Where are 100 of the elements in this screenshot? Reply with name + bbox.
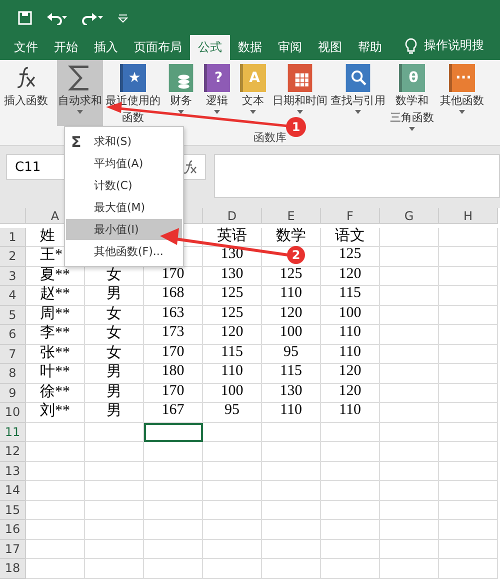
function-icon[interactable] [183, 160, 197, 174]
ribbon-tab[interactable]: 数据 [230, 35, 270, 60]
row-header[interactable]: 11 [0, 422, 26, 442]
button-label: 财务 [170, 93, 192, 109]
row-header[interactable]: 8 [0, 364, 26, 384]
redo-icon[interactable] [82, 10, 104, 24]
ribbon-tab[interactable]: 页面布局 [126, 35, 190, 60]
row-header[interactable]: 17 [0, 540, 26, 559]
table-cell [144, 462, 203, 481]
table-cell: 170 [144, 344, 203, 364]
row-header[interactable]: 2 [0, 247, 26, 266]
table-cell [439, 462, 498, 481]
table-cell: 100 [203, 384, 262, 403]
row-header[interactable]: 7 [0, 344, 26, 364]
row-header[interactable]: 15 [0, 500, 26, 520]
table-cell [262, 500, 321, 520]
button-label: 其他函数 [440, 93, 484, 109]
tell-me-search[interactable]: 操作说明搜 [424, 37, 484, 54]
menu-item[interactable]: 平均值(A) [66, 153, 182, 174]
table-cell: 120 [262, 306, 321, 325]
step-badge: 2 [287, 246, 305, 264]
table-cell [321, 422, 380, 442]
table-cell: 赵** [26, 286, 85, 306]
ribbon-button[interactable]: 插入函数 [2, 60, 50, 112]
table-cell [85, 559, 144, 578]
table-cell [380, 266, 439, 286]
ribbon-button[interactable]: A 文本 [235, 60, 271, 117]
row-header[interactable]: 5 [0, 306, 26, 325]
table-cell: 刘** [26, 403, 85, 422]
row-header[interactable]: 4 [0, 286, 26, 306]
table-cell [321, 442, 380, 462]
table-cell [262, 481, 321, 500]
lightbulb-icon[interactable] [404, 38, 418, 56]
table-cell: 170 [144, 384, 203, 403]
icon-glyph: ? [214, 70, 223, 86]
row-header[interactable]: 3 [0, 266, 26, 286]
column-header[interactable]: D [203, 208, 262, 224]
table-cell [85, 442, 144, 462]
table-cell [380, 540, 439, 559]
ribbon-button[interactable]: θ 数学和 三角函数 [387, 60, 437, 134]
ribbon-button[interactable]: 财务 [163, 60, 199, 117]
table-cell [439, 384, 498, 403]
table-cell [380, 247, 439, 266]
table-cell: 女 [85, 306, 144, 325]
table-cell: 173 [144, 325, 203, 344]
ribbon-tab[interactable]: 视图 [310, 35, 350, 60]
row-header[interactable]: 1 [0, 228, 26, 247]
undo-icon[interactable] [46, 10, 68, 24]
row-header[interactable]: 10 [0, 403, 26, 422]
ribbon-button[interactable]: ? 逻辑 [199, 60, 235, 117]
row-header[interactable]: 6 [0, 325, 26, 344]
column-header[interactable]: G [380, 208, 439, 224]
table-cell [380, 344, 439, 364]
table-cell [26, 462, 85, 481]
row-header[interactable]: 12 [0, 442, 26, 462]
menu-item[interactable]: Σ 求和(S) [66, 131, 182, 152]
save-icon[interactable] [18, 10, 32, 24]
table-cell [380, 442, 439, 462]
menu-item[interactable]: 最小值(I) [66, 219, 182, 240]
ribbon-tab[interactable]: 帮助 [350, 35, 390, 60]
ribbon-tab[interactable]: 插入 [86, 35, 126, 60]
formula-field[interactable] [214, 154, 500, 198]
menu-item[interactable]: 计数(C) [66, 175, 182, 196]
table-cell: 100 [262, 325, 321, 344]
ribbon-tab[interactable]: 审阅 [270, 35, 310, 60]
table-cell [380, 384, 439, 403]
row-header[interactable]: 9 [0, 384, 26, 403]
ribbon-tab[interactable]: 公式 [190, 35, 230, 60]
table-cell [380, 422, 439, 442]
row-header[interactable]: 14 [0, 481, 26, 500]
table-cell [380, 559, 439, 578]
table-cell [380, 481, 439, 500]
table-cell: 125 [203, 286, 262, 306]
table-cell: 120 [321, 384, 380, 403]
ribbon-button[interactable]: 日期和时间 [271, 60, 329, 117]
ribbon-tab[interactable]: 文件 [6, 35, 46, 60]
row-header[interactable]: 16 [0, 520, 26, 540]
column-header[interactable]: E [262, 208, 321, 224]
row-header[interactable]: 18 [0, 559, 26, 578]
table-cell [203, 500, 262, 520]
table-cell: 女 [85, 325, 144, 344]
customize-icon[interactable] [118, 12, 128, 22]
table-cell [203, 559, 262, 578]
row-header[interactable]: 13 [0, 462, 26, 481]
table-cell [144, 559, 203, 578]
table-cell: 男 [85, 364, 144, 384]
table-cell [144, 500, 203, 520]
table-cell: 115 [203, 344, 262, 364]
ribbon-tab[interactable]: 开始 [46, 35, 86, 60]
ribbon-button[interactable]: 自动求和 [57, 60, 103, 126]
column-header[interactable]: F [321, 208, 380, 224]
column-header[interactable]: H [439, 208, 498, 224]
table-cell [203, 462, 262, 481]
table-cell [380, 364, 439, 384]
ribbon-button[interactable]: 查找与引用 [329, 60, 387, 117]
ribbon-button[interactable]: ··· 其他函数 [437, 60, 487, 117]
table-cell: 120 [321, 364, 380, 384]
table-cell [439, 364, 498, 384]
cell-reference: C11 [15, 160, 41, 174]
table-cell [26, 442, 85, 462]
